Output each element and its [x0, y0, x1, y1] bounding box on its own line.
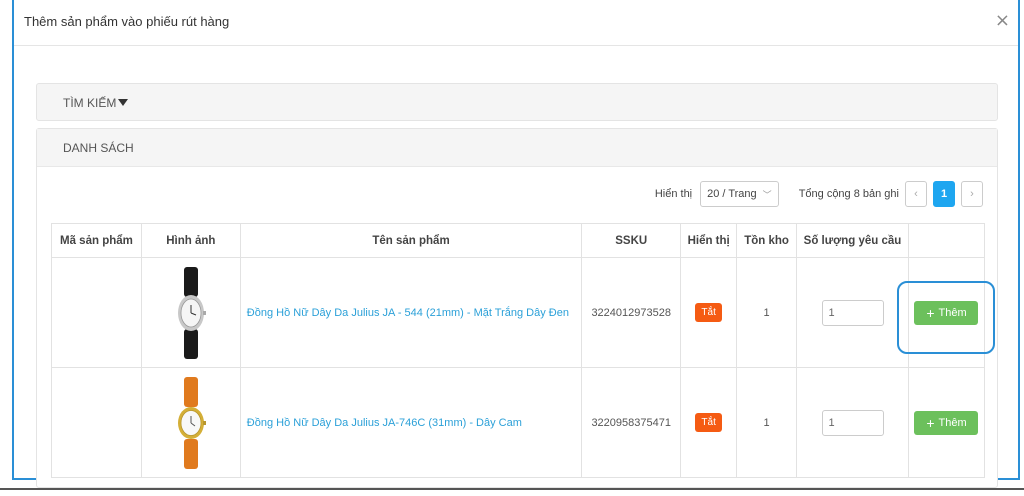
modal-header: Thêm sản phẩm vào phiếu rút hàng × [14, 0, 1018, 46]
page-size-label: Hiển thị [654, 188, 693, 200]
total-records: Tổng cộng 8 bản ghi [798, 188, 899, 200]
cell-display: Tắt [680, 367, 738, 478]
cell-qty [796, 367, 909, 478]
product-image-watch-black[interactable] [171, 265, 211, 361]
add-button-label: Thêm [938, 416, 967, 429]
search-panel[interactable]: TÌM KIẾM [36, 83, 998, 121]
header-image: Hình ảnh [140, 223, 241, 258]
cell-code [51, 367, 142, 478]
header-qty: Số lượng yêu cầu [796, 223, 909, 258]
cell-display: Tắt [680, 257, 738, 368]
cell-stock: 1 [736, 257, 798, 368]
status-badge[interactable]: Tắt [695, 413, 722, 432]
prev-page-button[interactable]: ‹ [905, 181, 927, 207]
page-size-select[interactable]: 20 / Trang ﹀ [700, 181, 779, 207]
table-row: Đồng Hồ Nữ Dây Da Julius JA-746C (31mm) … [51, 367, 986, 478]
modal-dialog: Thêm sản phẩm vào phiếu rút hàng × TÌM K… [12, 0, 1020, 488]
cell-ssku: 3224012973528 [581, 257, 682, 368]
table-header-row: Mã sản phẩm Hình ảnh Tên sản phẩm SSKU H… [51, 223, 986, 258]
page-1-button[interactable]: 1 [933, 181, 955, 207]
add-product-button[interactable]: + Thêm [914, 300, 979, 325]
product-name-link[interactable]: Đồng Hồ Nữ Dây Da Julius JA - 544 (21mm)… [239, 257, 583, 368]
list-panel-label: DANH SÁCH [63, 141, 134, 155]
header-ssku: SSKU [581, 223, 682, 258]
product-table: Mã sản phẩm Hình ảnh Tên sản phẩm SSKU H… [51, 223, 986, 478]
cell-code [51, 257, 142, 368]
cell-image [140, 257, 241, 368]
product-name-link[interactable]: Đồng Hồ Nữ Dây Da Julius JA-746C (31mm) … [239, 367, 583, 478]
plus-icon: + [926, 304, 935, 321]
product-image-watch-orange[interactable] [171, 375, 211, 471]
search-panel-toggle[interactable]: TÌM KIẾM [63, 96, 129, 110]
quantity-input[interactable] [821, 409, 884, 436]
caret-down-icon [118, 99, 129, 106]
header-display: Hiển thị [680, 223, 738, 258]
cell-action: + Thêm [907, 257, 986, 368]
header-name: Tên sản phẩm [239, 223, 583, 258]
table-row: Đồng Hồ Nữ Dây Da Julius JA - 544 (21mm)… [51, 257, 986, 368]
next-page-button[interactable]: › [961, 181, 983, 207]
modal-title: Thêm sản phẩm vào phiếu rút hàng [24, 14, 230, 29]
pagination-toolbar: Hiển thị 20 / Trang ﹀ Tổng cộng 8 bản gh… [655, 181, 983, 207]
chevron-down-icon: ﹀ [762, 189, 772, 200]
list-panel: DANH SÁCH Hiển thị 20 / Trang ﹀ Tổng cộn… [36, 128, 998, 488]
add-product-button[interactable]: + Thêm [914, 410, 979, 435]
cell-image [140, 367, 241, 478]
add-button-label: Thêm [938, 306, 967, 319]
status-badge[interactable]: Tắt [695, 303, 722, 322]
search-panel-label: TÌM KIẾM [63, 96, 117, 110]
cell-qty [796, 257, 909, 368]
cell-stock: 1 [736, 367, 798, 478]
header-stock: Tồn kho [736, 223, 798, 258]
bottom-divider [0, 488, 1024, 496]
close-icon[interactable]: × [995, 10, 1010, 31]
cell-action: + Thêm [907, 367, 986, 478]
header-action [907, 223, 986, 258]
list-panel-header: DANH SÁCH [37, 129, 997, 167]
page-size-value: 20 / Trang [707, 188, 757, 200]
plus-icon: + [926, 414, 935, 431]
header-code: Mã sản phẩm [51, 223, 142, 258]
cell-ssku: 3220958375471 [581, 367, 682, 478]
quantity-input[interactable] [821, 299, 884, 326]
